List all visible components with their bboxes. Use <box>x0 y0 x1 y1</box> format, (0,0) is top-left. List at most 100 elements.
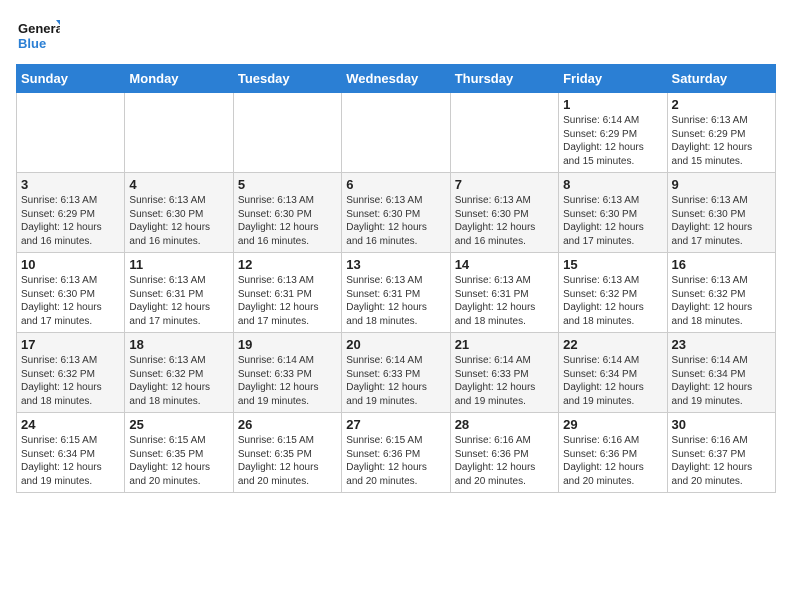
day-info: Sunrise: 6:13 AMSunset: 6:32 PMDaylight:… <box>563 274 662 328</box>
day-info: Sunrise: 6:14 AMSunset: 6:34 PMDaylight:… <box>563 354 662 408</box>
calendar-cell: 25 Sunrise: 6:15 AMSunset: 6:35 PMDayligh… <box>125 413 233 493</box>
day-number: 12 <box>238 257 337 272</box>
day-number: 21 <box>455 337 554 352</box>
calendar-cell: 23 Sunrise: 6:14 AMSunset: 6:34 PMDayligh… <box>667 333 775 413</box>
day-number: 25 <box>129 417 228 432</box>
day-number: 24 <box>21 417 120 432</box>
calendar-cell: 22 Sunrise: 6:14 AMSunset: 6:34 PMDayligh… <box>559 333 667 413</box>
day-info: Sunrise: 6:13 AMSunset: 6:29 PMDaylight:… <box>672 114 771 168</box>
day-info: Sunrise: 6:13 AMSunset: 6:31 PMDaylight:… <box>129 274 228 328</box>
calendar-cell: 8 Sunrise: 6:13 AMSunset: 6:30 PMDaylight… <box>559 173 667 253</box>
day-info: Sunrise: 6:13 AMSunset: 6:30 PMDaylight:… <box>21 274 120 328</box>
day-info: Sunrise: 6:13 AMSunset: 6:31 PMDaylight:… <box>346 274 445 328</box>
day-info: Sunrise: 6:13 AMSunset: 6:32 PMDaylight:… <box>672 274 771 328</box>
day-number: 19 <box>238 337 337 352</box>
day-info: Sunrise: 6:13 AMSunset: 6:32 PMDaylight:… <box>21 354 120 408</box>
day-info: Sunrise: 6:13 AMSunset: 6:31 PMDaylight:… <box>238 274 337 328</box>
calendar-cell <box>125 93 233 173</box>
calendar-cell: 11 Sunrise: 6:13 AMSunset: 6:31 PMDayligh… <box>125 253 233 333</box>
calendar-cell: 29Sunrise: 6:16 AMSunset: 6:36 PMDayligh… <box>559 413 667 493</box>
day-info: Sunrise: 6:13 AMSunset: 6:30 PMDaylight:… <box>672 194 771 248</box>
day-info: Sunrise: 6:15 AMSunset: 6:35 PMDaylight:… <box>129 434 228 488</box>
day-number: 8 <box>563 177 662 192</box>
calendar-header-row: SundayMondayTuesdayWednesdayThursdayFrid… <box>17 65 776 93</box>
calendar-table: SundayMondayTuesdayWednesdayThursdayFrid… <box>16 64 776 493</box>
calendar-cell: 10 Sunrise: 6:13 AMSunset: 6:30 PMDayligh… <box>17 253 125 333</box>
day-number: 17 <box>21 337 120 352</box>
day-info: Sunrise: 6:15 AMSunset: 6:36 PMDaylight:… <box>346 434 445 488</box>
calendar-cell <box>342 93 450 173</box>
day-number: 22 <box>563 337 662 352</box>
day-number: 18 <box>129 337 228 352</box>
day-info: Sunrise: 6:16 AMSunset: 6:36 PMDaylight:… <box>455 434 554 488</box>
calendar-cell: 18 Sunrise: 6:13 AMSunset: 6:32 PMDayligh… <box>125 333 233 413</box>
day-info: Sunrise: 6:14 AMSunset: 6:29 PMDaylight:… <box>563 114 662 168</box>
day-number: 14 <box>455 257 554 272</box>
day-info: Sunrise: 6:15 AMSunset: 6:34 PMDaylight:… <box>21 434 120 488</box>
header-day-friday: Friday <box>559 65 667 93</box>
header-day-sunday: Sunday <box>17 65 125 93</box>
day-number: 27 <box>346 417 445 432</box>
calendar-cell: 17 Sunrise: 6:13 AMSunset: 6:32 PMDayligh… <box>17 333 125 413</box>
calendar-cell <box>450 93 558 173</box>
calendar-week-row: 1Sunrise: 6:14 AMSunset: 6:29 PMDaylight… <box>17 93 776 173</box>
day-info: Sunrise: 6:16 AMSunset: 6:37 PMDaylight:… <box>672 434 771 488</box>
calendar-week-row: 17 Sunrise: 6:13 AMSunset: 6:32 PMDayligh… <box>17 333 776 413</box>
logo-icon: General Blue <box>16 16 60 56</box>
calendar-cell <box>233 93 341 173</box>
calendar-cell: 28Sunrise: 6:16 AMSunset: 6:36 PMDayligh… <box>450 413 558 493</box>
day-info: Sunrise: 6:14 AMSunset: 6:34 PMDaylight:… <box>672 354 771 408</box>
calendar-cell: 12 Sunrise: 6:13 AMSunset: 6:31 PMDayligh… <box>233 253 341 333</box>
day-info: Sunrise: 6:13 AMSunset: 6:29 PMDaylight:… <box>21 194 120 248</box>
day-number: 7 <box>455 177 554 192</box>
day-info: Sunrise: 6:13 AMSunset: 6:32 PMDaylight:… <box>129 354 228 408</box>
day-info: Sunrise: 6:13 AMSunset: 6:30 PMDaylight:… <box>563 194 662 248</box>
day-info: Sunrise: 6:13 AMSunset: 6:30 PMDaylight:… <box>238 194 337 248</box>
header-day-monday: Monday <box>125 65 233 93</box>
calendar-cell: 2 Sunrise: 6:13 AMSunset: 6:29 PMDaylight… <box>667 93 775 173</box>
logo: General Blue <box>16 16 60 56</box>
day-number: 3 <box>21 177 120 192</box>
day-number: 20 <box>346 337 445 352</box>
page-header: General Blue <box>16 16 776 56</box>
calendar-cell: 4Sunrise: 6:13 AMSunset: 6:30 PMDaylight… <box>125 173 233 253</box>
day-number: 30 <box>672 417 771 432</box>
day-number: 2 <box>672 97 771 112</box>
calendar-cell: 13 Sunrise: 6:13 AMSunset: 6:31 PMDayligh… <box>342 253 450 333</box>
calendar-cell: 1Sunrise: 6:14 AMSunset: 6:29 PMDaylight… <box>559 93 667 173</box>
day-number: 23 <box>672 337 771 352</box>
day-number: 13 <box>346 257 445 272</box>
calendar-week-row: 24 Sunrise: 6:15 AMSunset: 6:34 PMDayligh… <box>17 413 776 493</box>
day-number: 26 <box>238 417 337 432</box>
calendar-cell: 24 Sunrise: 6:15 AMSunset: 6:34 PMDayligh… <box>17 413 125 493</box>
day-info: Sunrise: 6:14 AMSunset: 6:33 PMDaylight:… <box>238 354 337 408</box>
calendar-week-row: 3 Sunrise: 6:13 AMSunset: 6:29 PMDaylight… <box>17 173 776 253</box>
day-number: 10 <box>21 257 120 272</box>
day-number: 16 <box>672 257 771 272</box>
calendar-cell: 16 Sunrise: 6:13 AMSunset: 6:32 PMDayligh… <box>667 253 775 333</box>
day-info: Sunrise: 6:16 AMSunset: 6:36 PMDaylight:… <box>563 434 662 488</box>
day-info: Sunrise: 6:13 AMSunset: 6:30 PMDaylight:… <box>346 194 445 248</box>
calendar-cell: 19 Sunrise: 6:14 AMSunset: 6:33 PMDayligh… <box>233 333 341 413</box>
calendar-cell: 15 Sunrise: 6:13 AMSunset: 6:32 PMDayligh… <box>559 253 667 333</box>
calendar-cell: 26Sunrise: 6:15 AMSunset: 6:35 PMDayligh… <box>233 413 341 493</box>
calendar-cell <box>17 93 125 173</box>
day-number: 6 <box>346 177 445 192</box>
svg-text:Blue: Blue <box>18 36 46 51</box>
day-info: Sunrise: 6:14 AMSunset: 6:33 PMDaylight:… <box>455 354 554 408</box>
calendar-cell: 9Sunrise: 6:13 AMSunset: 6:30 PMDaylight… <box>667 173 775 253</box>
header-day-thursday: Thursday <box>450 65 558 93</box>
day-number: 11 <box>129 257 228 272</box>
svg-text:General: General <box>18 21 60 36</box>
day-number: 15 <box>563 257 662 272</box>
day-number: 5 <box>238 177 337 192</box>
calendar-cell: 20Sunrise: 6:14 AMSunset: 6:33 PMDayligh… <box>342 333 450 413</box>
calendar-cell: 5 Sunrise: 6:13 AMSunset: 6:30 PMDaylight… <box>233 173 341 253</box>
header-day-tuesday: Tuesday <box>233 65 341 93</box>
calendar-cell: 27 Sunrise: 6:15 AMSunset: 6:36 PMDayligh… <box>342 413 450 493</box>
calendar-cell: 14Sunrise: 6:13 AMSunset: 6:31 PMDayligh… <box>450 253 558 333</box>
calendar-cell: 6 Sunrise: 6:13 AMSunset: 6:30 PMDaylight… <box>342 173 450 253</box>
day-info: Sunrise: 6:13 AMSunset: 6:30 PMDaylight:… <box>455 194 554 248</box>
calendar-cell: 3 Sunrise: 6:13 AMSunset: 6:29 PMDaylight… <box>17 173 125 253</box>
calendar-cell: 21 Sunrise: 6:14 AMSunset: 6:33 PMDayligh… <box>450 333 558 413</box>
